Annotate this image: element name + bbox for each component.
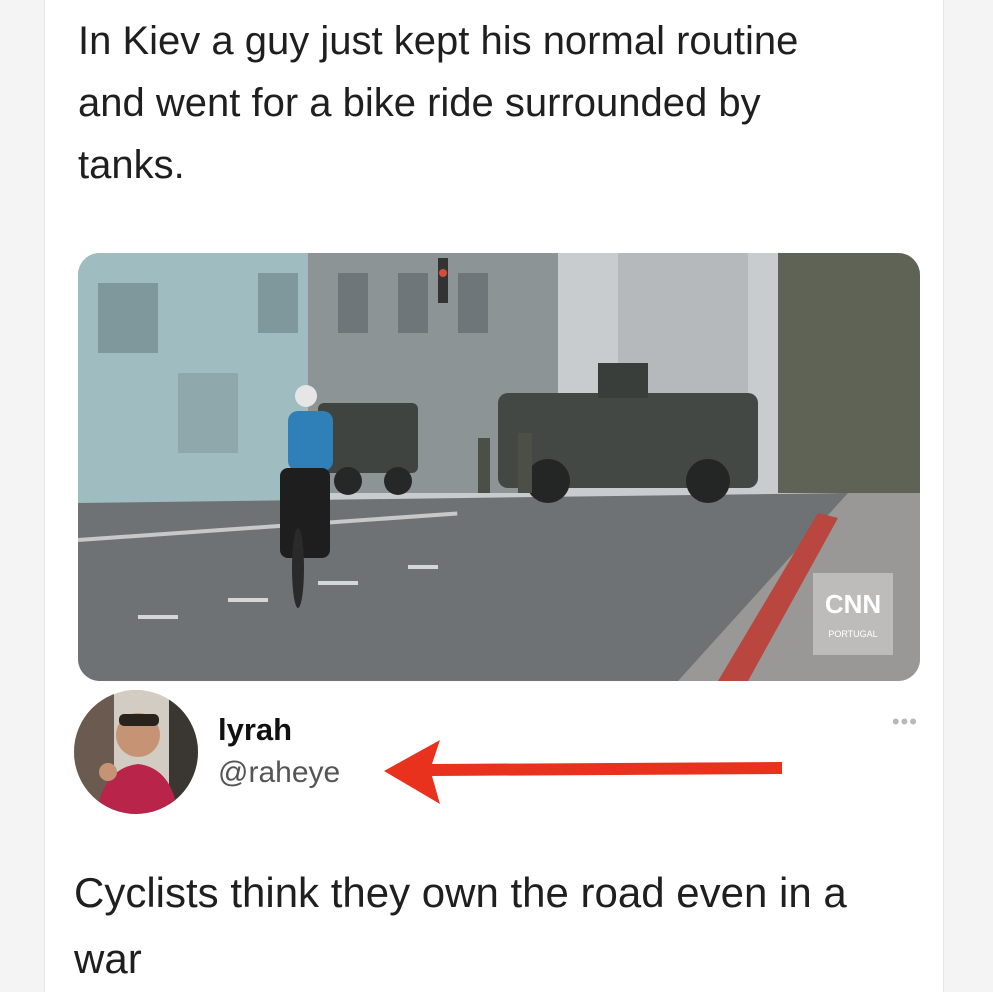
street-scene-image: CNN PORTUGAL <box>78 253 920 681</box>
reply-text: Cyclists think they own the road even in… <box>74 869 847 982</box>
watermark-logo: CNN <box>825 589 881 619</box>
post-text: In Kiev a guy just kept his normal routi… <box>78 19 799 187</box>
post-image[interactable]: CNN PORTUGAL <box>78 253 920 681</box>
watermark-subtext: PORTUGAL <box>828 629 877 639</box>
avatar[interactable] <box>74 690 198 814</box>
display-name[interactable]: lyrah <box>218 712 292 748</box>
arrow-left-icon <box>384 740 782 804</box>
username-handle[interactable]: @raheye <box>218 756 340 790</box>
ellipsis-icon[interactable]: ••• <box>892 711 918 733</box>
